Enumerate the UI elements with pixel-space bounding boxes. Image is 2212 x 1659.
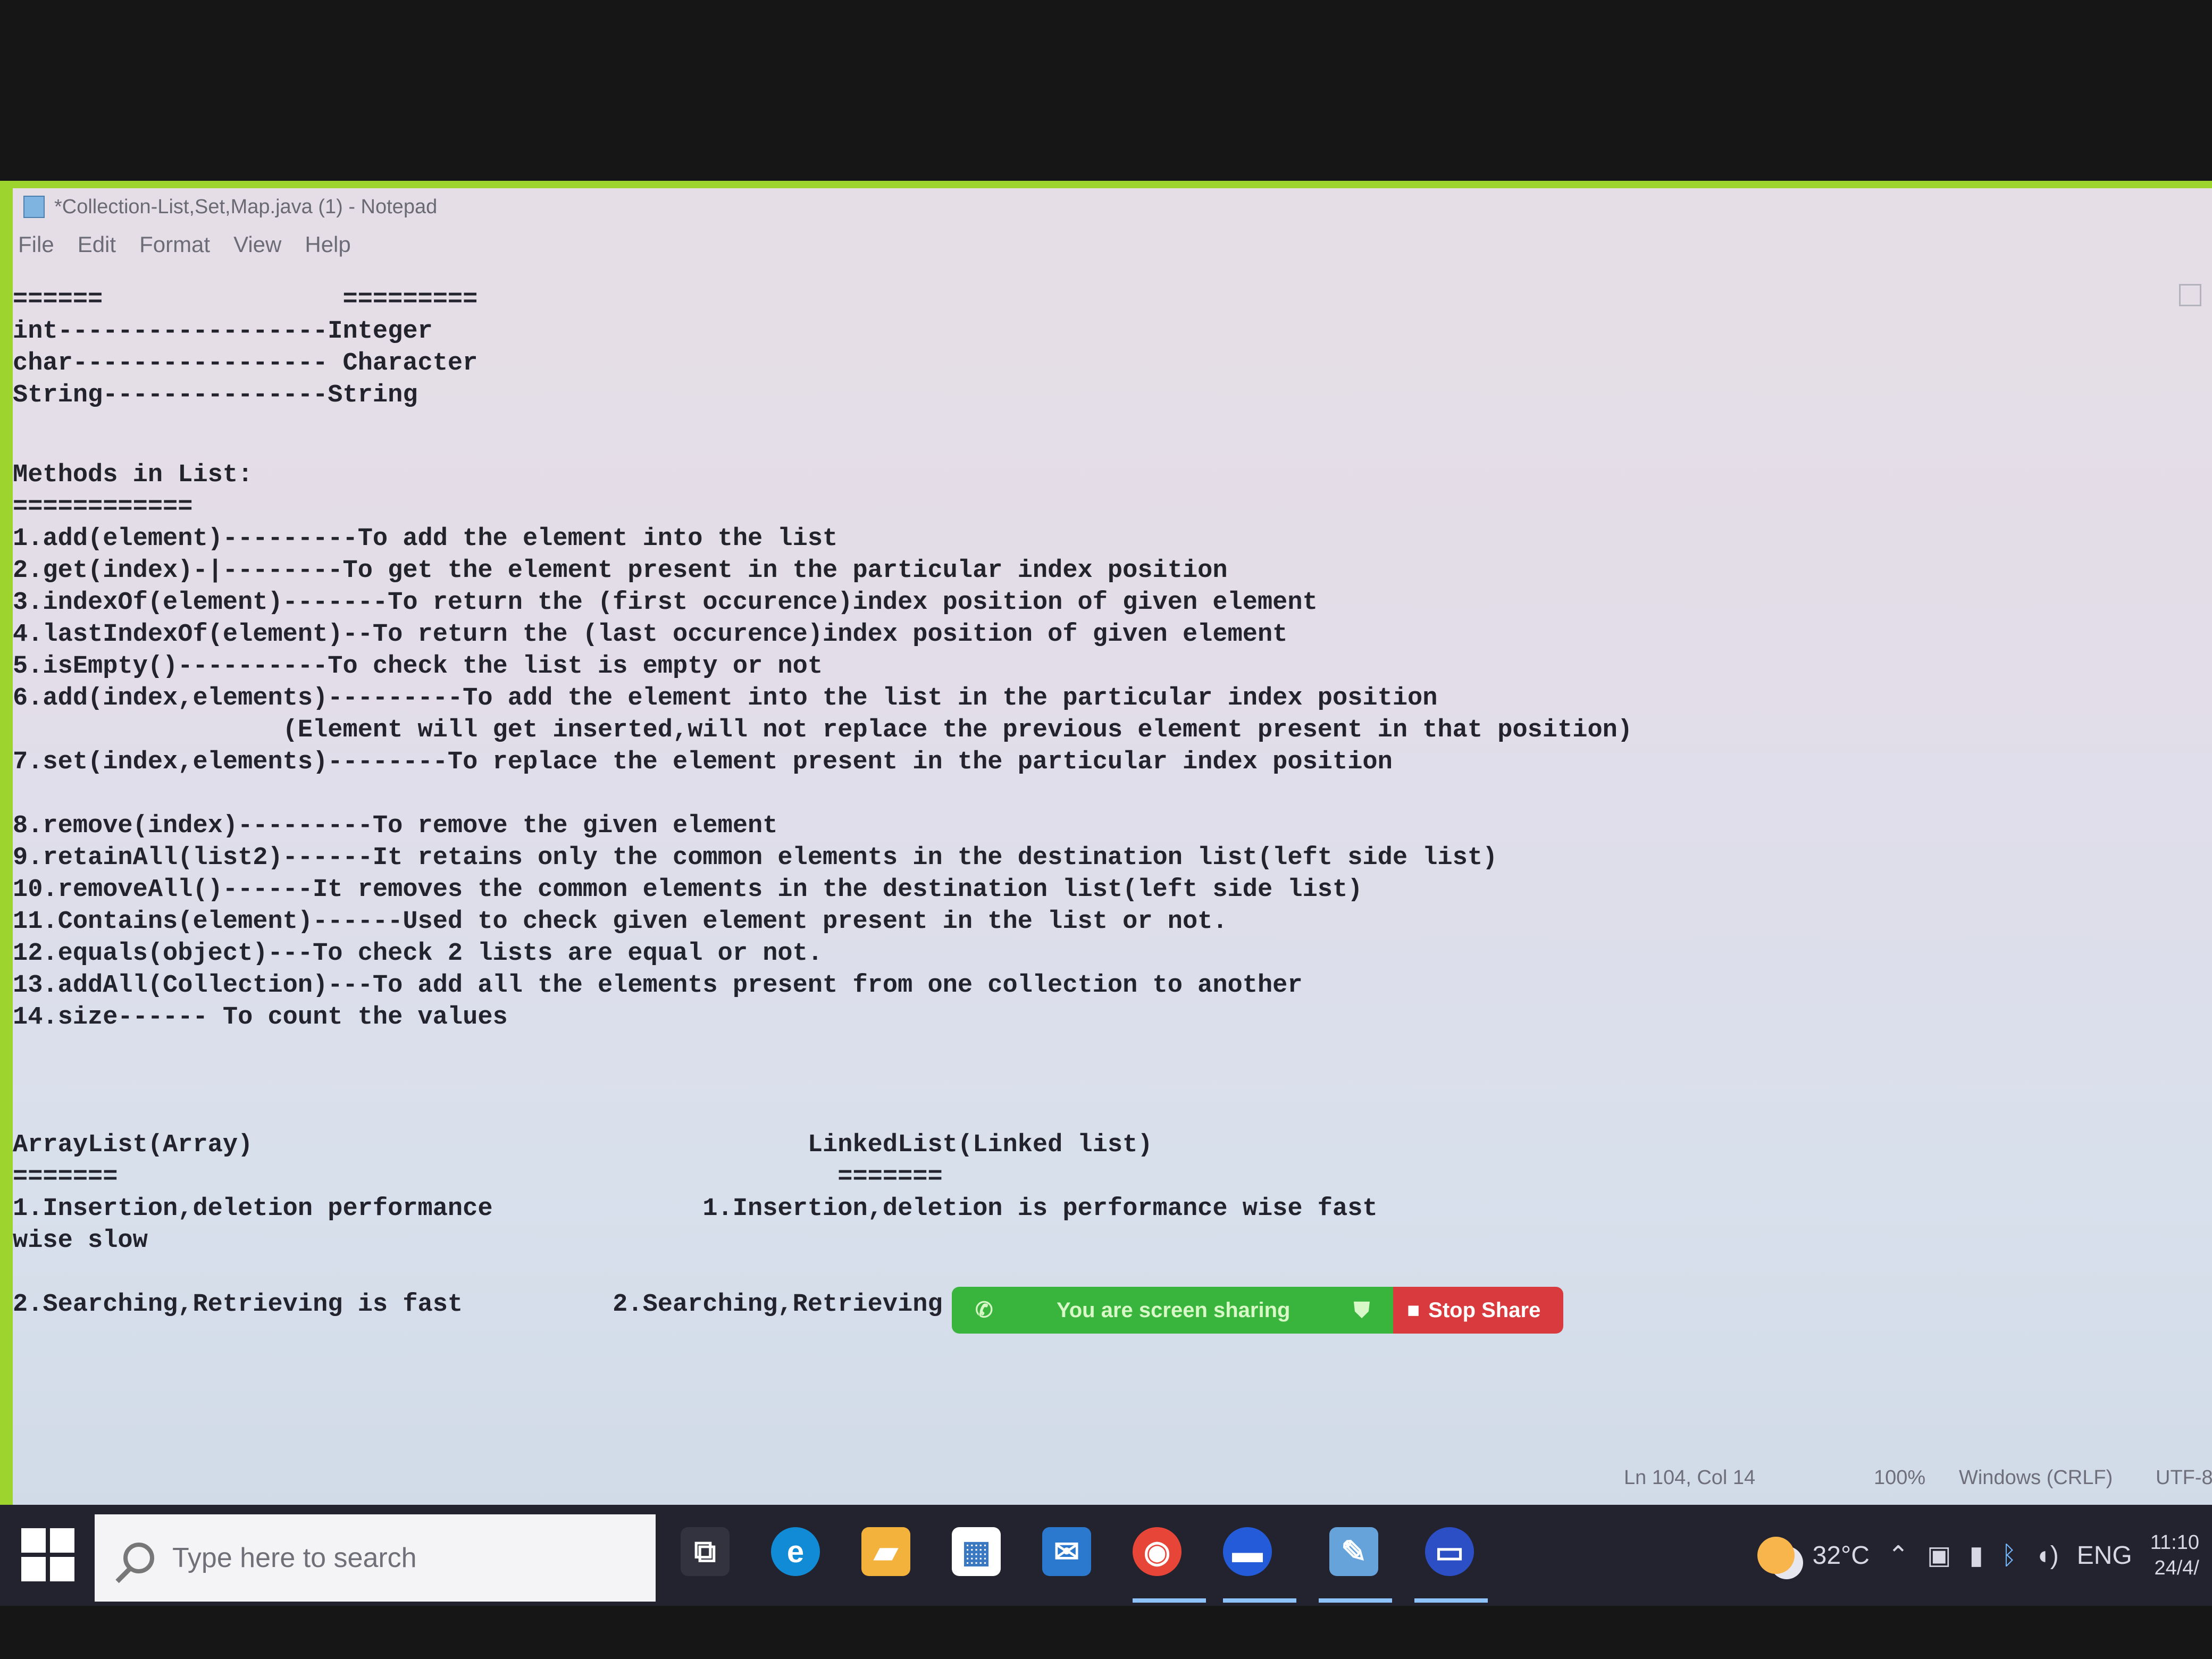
usb-icon[interactable]: ▮ (1969, 1540, 1983, 1570)
flag-app-icon[interactable]: ▭ (1425, 1527, 1474, 1576)
editor-line: 13.addAll(Collection)---To add all the e… (13, 971, 1303, 1000)
language-indicator[interactable]: ENG (2077, 1541, 2132, 1570)
flag-app-active-indicator (1414, 1598, 1488, 1603)
store-icon[interactable]: ▦ (952, 1527, 1001, 1576)
editor-line: 9.retainAll(list2)------It retains only … (13, 844, 1498, 872)
notepad-window: *Collection-List,Set,Map.java (1) - Note… (0, 181, 2212, 1595)
editor-line: 6.add(index,elements)---------To add the… (13, 684, 1438, 713)
windows-logo-tile (21, 1557, 46, 1581)
editor-line: ============ (13, 493, 193, 521)
menu-format[interactable]: Format (139, 232, 210, 264)
notepad-icon (23, 196, 45, 218)
windows-taskbar: Type here to search ⧉ e ▰ ▦ ✉ ◉ ▬ ✎ ▭ 32… (0, 1505, 2212, 1606)
stop-icon: ■ (1407, 1298, 1420, 1322)
windows-logo-tile (50, 1528, 74, 1553)
bluetooth-icon[interactable]: ᛒ (2001, 1541, 2017, 1570)
status-bar: Ln 104, Col 14 100% Windows (CRLF) UTF-8 (13, 1454, 2212, 1499)
editor-line: ArrayList(Array) LinkedList(Linked list) (13, 1131, 1153, 1159)
editor-line: 10.removeAll()------It removes the commo… (13, 876, 1363, 904)
system-tray: 32°C ⌃ ▣ ▮ ᛒ ◖) ENG 11:10 24/4/ (1757, 1526, 2212, 1585)
editor-line: ====== ========= (13, 286, 478, 314)
editor-line: 11.Contains(element)------Used to check … (13, 908, 1228, 936)
date: 24/4/ (2154, 1557, 2199, 1579)
search-icon (123, 1543, 154, 1573)
chevron-up-icon[interactable]: ⌃ (1888, 1540, 1909, 1570)
menu-view[interactable]: View (233, 232, 281, 264)
volume-icon[interactable]: ◖) (2035, 1541, 2059, 1570)
window-titlebar: *Collection-List,Set,Map.java (1) - Note… (13, 188, 2212, 225)
edge-icon[interactable]: e (771, 1527, 820, 1576)
editor-line: 7.set(index,elements)--------To replace … (13, 748, 1393, 776)
editor-line: 1.Insertion,deletion performance 1.Inser… (13, 1195, 1378, 1223)
shield-icon: ⛊ (1353, 1298, 1370, 1322)
editor-line: 4.lastIndexOf(element)--To return the (l… (13, 621, 1288, 649)
task-view-icon[interactable]: ⧉ (681, 1527, 730, 1576)
taskbar-search[interactable]: Type here to search (95, 1514, 656, 1602)
editor-line: wise slow (13, 1227, 148, 1255)
encoding: UTF-8 (2156, 1467, 2212, 1489)
search-placeholder: Type here to search (172, 1543, 417, 1573)
cursor-position: Ln 104, Col 14 (1624, 1467, 1756, 1489)
stop-share-button[interactable]: ■ Stop Share (1393, 1287, 1563, 1334)
time: 11:10 (2150, 1531, 2199, 1554)
editor-line: 3.indexOf(element)-------To return the (… (13, 589, 1318, 617)
screen-share-bar: ✆ You are screen sharing ⛊ ■ Stop Share (952, 1287, 1563, 1334)
zoom-level: 100% (1874, 1467, 1926, 1489)
menu-bar: File Edit Format View Help (18, 232, 351, 264)
editor-line: ======= ======= (13, 1163, 943, 1191)
zoom-active-indicator (1223, 1598, 1296, 1603)
menu-help[interactable]: Help (305, 232, 350, 264)
network-icon[interactable]: ▣ (1927, 1540, 1951, 1570)
clock[interactable]: 11:10 24/4/ (2150, 1530, 2199, 1581)
stop-share-label: Stop Share (1428, 1298, 1541, 1322)
sharing-status: You are screen sharing (1057, 1298, 1291, 1322)
editor-line: Methods in List: (13, 461, 253, 489)
line-ending: Windows (CRLF) (1959, 1467, 2113, 1489)
chrome-icon[interactable]: ◉ (1133, 1527, 1182, 1576)
editor-line: 14.size------ To count the values (13, 1003, 508, 1032)
temperature[interactable]: 32°C (1813, 1541, 1870, 1570)
editor-line: 2.Searching,Retrieving is fast 2.Searchi… (13, 1291, 1063, 1319)
editor-line: 12.equals(object)---To check 2 lists are… (13, 940, 823, 968)
file-explorer-icon[interactable]: ▰ (861, 1527, 910, 1576)
windows-start-button[interactable] (21, 1528, 74, 1581)
zoom-icon[interactable]: ▬ (1223, 1527, 1272, 1576)
mail-icon[interactable]: ✉ (1042, 1527, 1091, 1576)
editor-line: int------------------Integer (13, 317, 433, 346)
chrome-active-indicator (1133, 1598, 1206, 1603)
menu-file[interactable]: File (18, 232, 54, 264)
window-title: *Collection-List,Set,Map.java (1) - Note… (54, 195, 438, 218)
phone-icon: ✆ (975, 1298, 993, 1322)
weather-icon[interactable] (1757, 1537, 1795, 1574)
windows-logo-tile (21, 1528, 46, 1553)
text-editor[interactable]: ====== ========= int------------------In… (13, 284, 2212, 1595)
menu-edit[interactable]: Edit (78, 232, 116, 264)
editor-line: char----------------- Character (13, 349, 478, 378)
notepad-active-indicator (1319, 1598, 1392, 1603)
editor-line: 8.remove(index)---------To remove the gi… (13, 812, 778, 840)
editor-line: (Element will get inserted,will not repl… (13, 716, 1633, 744)
editor-line: 5.isEmpty()----------To check the list i… (13, 652, 823, 681)
editor-line: 1.add(element)---------To add the elemen… (13, 525, 838, 553)
notepad-taskbar-icon[interactable]: ✎ (1329, 1527, 1378, 1576)
editor-line: 2.get(index)-|--------To get the element… (13, 557, 1228, 585)
editor-line: String---------------String (13, 381, 418, 409)
screen-sharing-indicator[interactable]: ✆ You are screen sharing ⛊ (952, 1287, 1393, 1334)
windows-logo-tile (50, 1557, 74, 1581)
